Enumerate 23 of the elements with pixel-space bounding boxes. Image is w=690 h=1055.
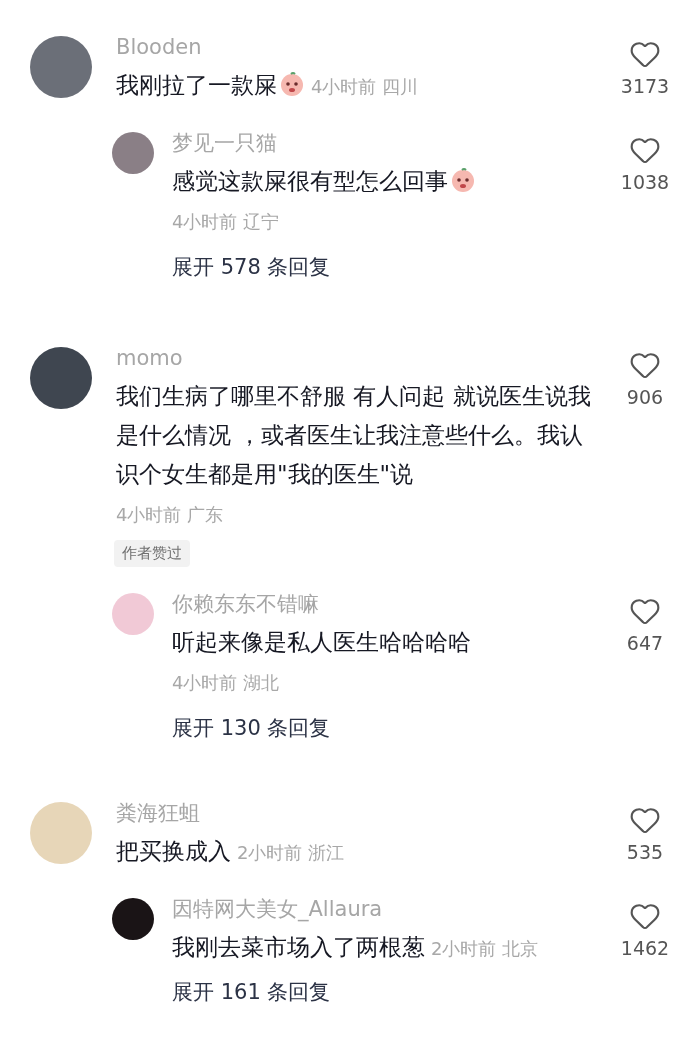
avatar[interactable]	[112, 897, 154, 940]
like-button[interactable]: 647	[610, 584, 680, 704]
expand-replies-link[interactable]: 展开 130 条回复	[172, 707, 331, 748]
comment-time: 4小时前 四川	[311, 76, 419, 97]
comment-text: 我刚拉了一款屎	[116, 72, 277, 98]
like-button[interactable]: 3173	[610, 28, 680, 106]
comment-time: 4小时前 辽宁	[172, 210, 281, 234]
comment-text: 听起来像是私人医生哈哈哈哈	[172, 628, 471, 655]
comment-text: 我刚去菜市场入了两根葱	[172, 933, 425, 960]
comment-text: 我们生病了哪里不舒服 有人问起 就说医生说我是什么情况 ，或者医生让我注意些什么。我认识个女生都是用"我的医生"说	[116, 383, 591, 487]
comment-time: 2小时前 北京	[431, 937, 539, 959]
like-button[interactable]: 906	[610, 339, 680, 567]
comment-text: 把买换成入	[116, 837, 231, 864]
comment-time: 4小时前 广东	[116, 503, 225, 527]
author-liked-tag: 作者赞过	[114, 540, 190, 567]
comment-time: 4小时前 湖北	[172, 670, 281, 695]
comment-time: 2小时前 浙江	[237, 841, 345, 863]
expand-replies-link[interactable]: 展开 578 条回复	[172, 247, 331, 287]
like-button[interactable]: 1038	[610, 124, 680, 243]
like-button[interactable]: 535	[610, 793, 680, 872]
like-button[interactable]: 1462	[610, 889, 680, 968]
expand-replies-link[interactable]: 展开 161 条回复	[172, 971, 331, 1012]
comment-text: 感觉这款屎很有型怎么回事	[172, 168, 448, 194]
